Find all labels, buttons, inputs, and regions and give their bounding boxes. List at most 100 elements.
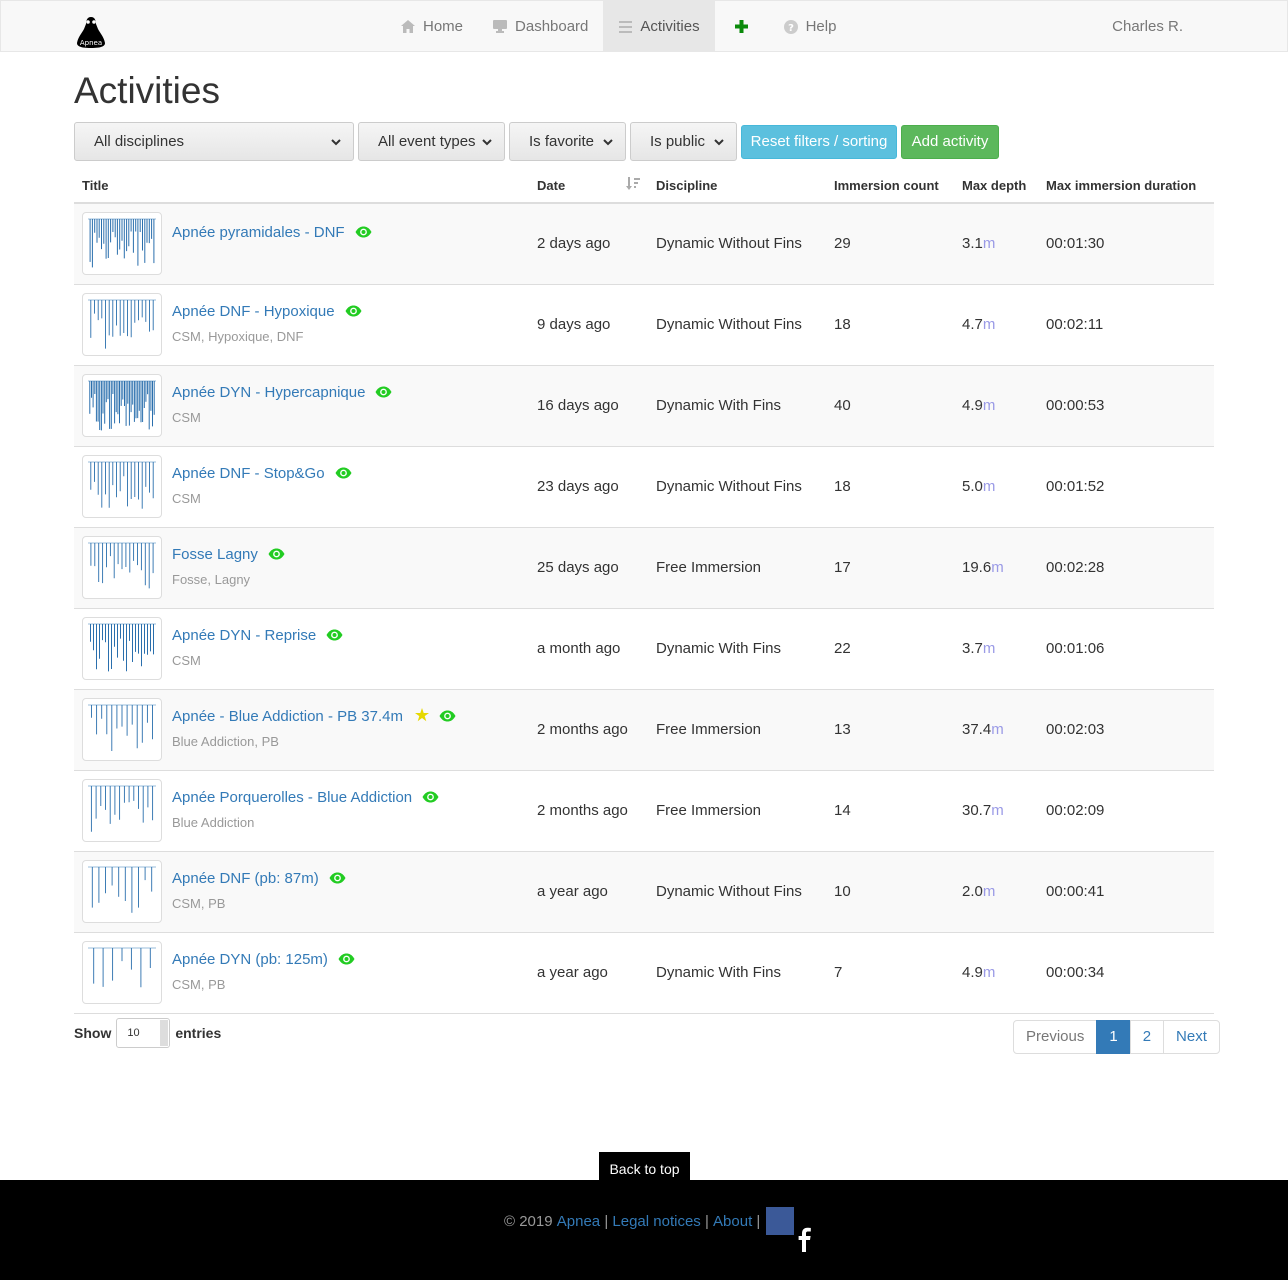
activity-max-depth: 3.7m (962, 609, 995, 689)
table-row: Fosse Lagny Fosse, Lagny 25 days ago Free I… (74, 528, 1214, 609)
activity-thumbnail[interactable] (82, 698, 162, 761)
activity-thumbnail[interactable] (82, 293, 162, 356)
activity-immersion-count: 18 (834, 478, 851, 495)
depth-value: 30.7 (962, 802, 992, 819)
depth-unit: m (982, 964, 996, 981)
chevron-down-icon (331, 139, 341, 146)
activity-title-link[interactable]: Apnée DNF - Stop&Go (172, 465, 352, 483)
header-date[interactable]: Date (537, 178, 565, 193)
activity-max-depth: 4.7m (962, 285, 995, 365)
immersion-sparkline (88, 866, 156, 913)
activity-title-link[interactable]: Apnée DYN - Reprise (172, 627, 343, 645)
header-immersion-count[interactable]: Immersion count (834, 178, 939, 193)
pagination-page-1[interactable]: 1 (1096, 1020, 1131, 1054)
header-discipline[interactable]: Discipline (656, 178, 717, 193)
apnea-logo[interactable]: Apnea (74, 15, 108, 49)
activity-title-link[interactable]: Apnée DNF - Hypoxique (172, 303, 362, 321)
pagination-page-2[interactable]: 2 (1129, 1020, 1165, 1054)
depth-unit: m (982, 478, 996, 495)
activity-thumbnail[interactable] (82, 374, 162, 437)
public-select[interactable]: Is public (630, 122, 737, 161)
public-eye-icon (329, 871, 346, 888)
activity-max-duration: 00:00:41 (1046, 883, 1105, 900)
activity-title: Apnée Porquerolles - Blue Addiction (172, 789, 413, 806)
activity-title-link[interactable]: Fosse Lagny (172, 546, 285, 564)
length-select[interactable]: 10 (116, 1018, 171, 1048)
activity-date: 23 days ago (537, 478, 619, 495)
activity-immersion-count: 10 (834, 883, 851, 900)
table-row: Apnée DYN (pb: 125m) CSM, PB a year ago Dyn… (74, 933, 1214, 1014)
activity-title: Fosse Lagny (172, 546, 258, 563)
discipline-select[interactable]: All disciplines (74, 122, 354, 161)
table-row: Apnée DYN - Hypercapnique CSM 16 days ago D… (74, 366, 1214, 447)
footer-brand-link[interactable]: Apnea (557, 1213, 600, 1230)
activity-max-duration: 00:00:53 (1046, 397, 1105, 414)
favorite-star-icon (414, 708, 429, 726)
nav-dashboard[interactable]: Dashboard (478, 1, 603, 52)
activity-thumbnail[interactable] (82, 779, 162, 842)
chevron-down-icon (482, 139, 492, 146)
activity-title: Apnée pyramidales - DNF (172, 224, 345, 241)
activity-title-link[interactable]: Apnée Porquerolles - Blue Addiction (172, 789, 439, 807)
public-eye-icon (422, 790, 439, 807)
pagination-previous[interactable]: Previous (1013, 1020, 1098, 1054)
activity-title-link[interactable]: Apnée - Blue Addiction - PB 37.4m (172, 708, 456, 726)
nav-dashboard-label: Dashboard (515, 18, 589, 35)
activity-title-link[interactable]: Apnée DYN - Hypercapnique (172, 384, 392, 402)
pagination-next[interactable]: Next (1163, 1020, 1220, 1054)
activity-thumbnail[interactable] (82, 536, 162, 599)
depth-unit: m (982, 235, 996, 252)
activity-title-link[interactable]: Apnée DNF (pb: 87m) (172, 870, 346, 888)
activity-tags: CSM (172, 491, 201, 506)
length-select-value: 10 (127, 1027, 140, 1039)
immersion-sparkline (88, 542, 156, 589)
table-row: Apnée Porquerolles - Blue Addiction Blue … (74, 771, 1214, 852)
reset-filters-button[interactable]: Reset filters / sorting (741, 125, 897, 159)
nav-home[interactable]: Home (386, 1, 478, 52)
footer-about-link[interactable]: About (713, 1213, 752, 1230)
header-max-duration[interactable]: Max immersion duration (1046, 178, 1196, 193)
length-entries-label: entries (175, 1025, 222, 1041)
activity-immersion-count: 7 (834, 964, 843, 981)
depth-unit: m (982, 316, 996, 333)
activity-immersion-count: 40 (834, 397, 851, 414)
activity-date: 16 days ago (537, 397, 619, 414)
public-eye-icon (335, 466, 352, 483)
immersion-sparkline (88, 947, 156, 988)
public-eye-icon (375, 385, 392, 402)
activity-max-depth: 3.1m (962, 204, 995, 284)
activity-title-link[interactable]: Apnée pyramidales - DNF (172, 224, 372, 242)
public-eye-icon (268, 547, 285, 564)
home-icon (401, 20, 415, 34)
nav-activities[interactable]: Activities (603, 1, 715, 52)
header-max-depth[interactable]: Max depth (962, 178, 1026, 193)
activity-title-link[interactable]: Apnée DYN (pb: 125m) (172, 951, 355, 969)
brand-text: Apnea (80, 39, 102, 47)
sort-desc-icon[interactable] (626, 177, 640, 191)
back-to-top-button[interactable]: Back to top (599, 1152, 690, 1180)
list-icon (618, 20, 632, 34)
header-title[interactable]: Title (82, 178, 109, 193)
activity-discipline: Free Immersion (656, 721, 762, 738)
activity-thumbnail[interactable] (82, 212, 162, 275)
activity-title: Apnée DYN (pb: 125m) (172, 951, 328, 968)
add-activity-button[interactable]: Add activity (901, 125, 999, 159)
event-type-select[interactable]: All event types (358, 122, 505, 161)
public-eye-icon (345, 304, 362, 321)
activity-max-duration: 00:02:11 (1046, 316, 1104, 333)
activity-discipline: Dynamic Without Fins (656, 883, 802, 900)
nav-help[interactable]: ? Help (769, 1, 852, 52)
activity-thumbnail[interactable] (82, 941, 162, 1004)
navbar: Apnea Home Dashboard Activities ? Help C… (0, 0, 1288, 52)
favorite-select[interactable]: Is favorite (509, 122, 626, 161)
activity-immersion-count: 22 (834, 640, 851, 657)
nav-add-activity[interactable] (715, 1, 769, 52)
activity-thumbnail[interactable] (82, 860, 162, 923)
footer-legal-link[interactable]: Legal notices (612, 1213, 700, 1230)
user-menu[interactable]: Charles R. (1112, 1, 1183, 52)
facebook-icon[interactable] (766, 1207, 812, 1252)
activity-date: a month ago (537, 640, 621, 657)
activity-thumbnail[interactable] (82, 455, 162, 518)
activity-thumbnail[interactable] (82, 617, 162, 680)
activity-date: 2 months ago (537, 802, 628, 819)
